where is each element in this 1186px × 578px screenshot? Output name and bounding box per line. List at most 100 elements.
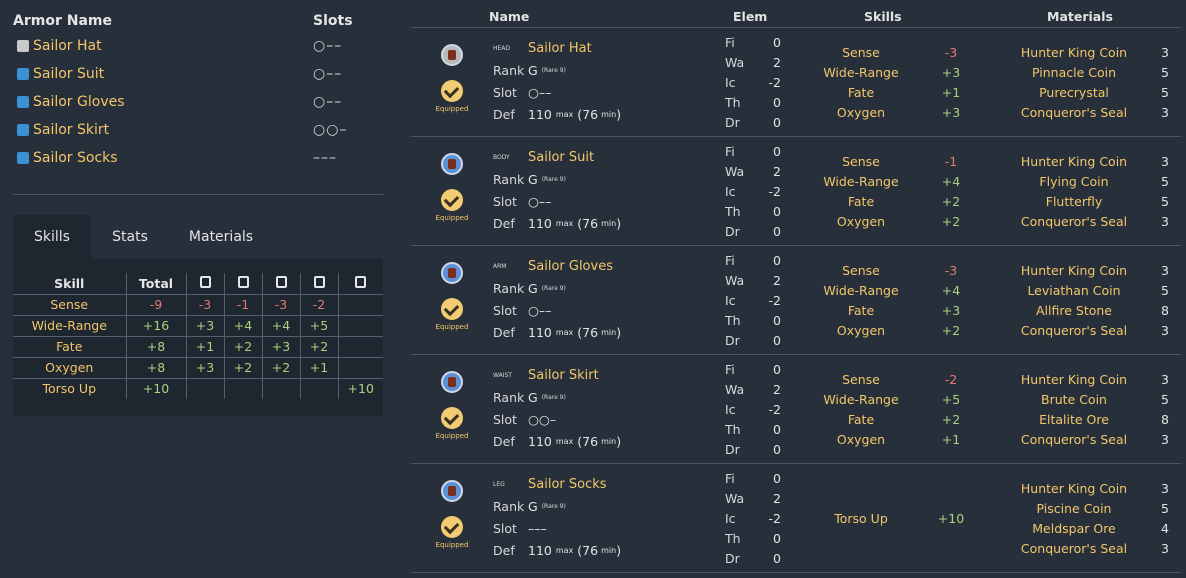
material-name[interactable]: Eltalite Ore — [999, 412, 1149, 427]
rarity-value: Rare 9 — [544, 393, 564, 401]
armor-skill-row: Oxygen +1 — [811, 429, 991, 449]
armor-type-tag: ARM — [493, 262, 507, 270]
armor-skill-value: +3 — [941, 64, 961, 80]
material-name[interactable]: Pinnacle Coin — [999, 65, 1149, 80]
material-name[interactable]: Purecrystal — [999, 85, 1149, 100]
armor-color-swatch — [17, 152, 29, 164]
material-name[interactable]: Flutterfly — [999, 194, 1149, 209]
material-name[interactable]: Brute Coin — [999, 392, 1149, 407]
armor-skill-value: +2 — [941, 322, 961, 338]
skill-piece-value — [338, 357, 383, 379]
armor-name: Sailor Gloves — [33, 94, 125, 110]
equipped-check-icon[interactable] — [441, 80, 463, 102]
tab-stats[interactable]: Stats — [91, 215, 169, 259]
slot-value: ○–– — [528, 302, 552, 318]
armor-name[interactable]: Sailor Socks — [528, 477, 607, 492]
skill-name: Fate — [13, 336, 127, 358]
material-name[interactable]: Leviathan Coin — [999, 283, 1149, 298]
skill-piece-value: +2 — [224, 357, 263, 379]
skill-piece-value — [338, 336, 383, 358]
material-name[interactable]: Piscine Coin — [999, 501, 1149, 516]
material-row: Conqueror's Seal 3 — [999, 211, 1181, 231]
element-value: 0 — [773, 252, 781, 268]
armor-skill-value: +4 — [941, 282, 961, 298]
material-name[interactable]: Meldspar Ore — [999, 521, 1149, 536]
armor-skill-row: Wide-Range +4 — [811, 280, 991, 300]
armor-color-swatch — [17, 40, 29, 52]
materials-column-header: Materials — [1047, 9, 1113, 24]
equipped-check-icon[interactable] — [441, 298, 463, 320]
material-name[interactable]: Hunter King Coin — [999, 481, 1149, 496]
armor-name[interactable]: Sailor Skirt — [528, 368, 599, 383]
armor-skill-row: Fate +3 — [811, 300, 991, 320]
material-name[interactable]: Conqueror's Seal — [999, 323, 1149, 338]
armor-icon-column: Equipped — [435, 42, 469, 113]
material-row: Pinnacle Coin 5 — [999, 62, 1181, 82]
body-icon — [237, 275, 249, 288]
armor-list-item[interactable]: Sailor Hat ○–– — [13, 32, 383, 60]
armor-list-item[interactable]: Sailor Suit ○–– — [13, 60, 383, 88]
slot-line: Slot ––– — [493, 517, 621, 539]
element-row: Wa 2 — [711, 270, 781, 290]
def-max-label: max — [555, 545, 574, 555]
rank-value: G — [528, 171, 538, 187]
element-key: Th — [725, 530, 741, 546]
armor-slots: ○–– — [313, 66, 343, 82]
material-name[interactable]: Hunter King Coin — [999, 372, 1149, 387]
material-row: Hunter King Coin 3 — [999, 260, 1181, 280]
skill-piece-value: +2 — [300, 336, 339, 358]
skill-total: +16 — [126, 315, 187, 337]
rank-line: Rank G (Rare 9) — [493, 386, 621, 408]
skill-total: +8 — [126, 357, 187, 379]
armor-name[interactable]: Sailor Gloves — [528, 259, 613, 274]
element-row: Th 0 — [711, 201, 781, 221]
armor-skill-value: +1 — [941, 84, 961, 100]
armor-skill-value: -3 — [944, 44, 958, 60]
material-name[interactable]: Hunter King Coin — [999, 154, 1149, 169]
armor-skill-value: +4 — [941, 173, 961, 189]
armor-skill-name: Wide-Range — [823, 173, 899, 189]
element-value: 2 — [773, 163, 781, 179]
armor-skill-name: Oxygen — [836, 322, 886, 338]
armor-name: Sailor Suit — [33, 66, 105, 82]
armor-list-item[interactable]: Sailor Socks ––– — [13, 144, 383, 172]
def-close-paren: ) — [616, 215, 622, 231]
skill-piece-value: +2 — [224, 336, 263, 358]
material-name[interactable]: Conqueror's Seal — [999, 214, 1149, 229]
material-qty: 3 — [1161, 480, 1169, 496]
armor-name-line: WAIST Sailor Skirt — [493, 364, 621, 386]
material-row: Conqueror's Seal 3 — [999, 102, 1181, 122]
material-name[interactable]: Conqueror's Seal — [999, 432, 1149, 447]
element-key: Wa — [725, 54, 745, 70]
armor-list-item[interactable]: Sailor Gloves ○–– — [13, 88, 383, 116]
tab-materials[interactable]: Materials — [169, 215, 273, 259]
material-name[interactable]: Conqueror's Seal — [999, 105, 1149, 120]
element-resistances: Fi 0 Wa 2 Ic -2 Th 0 Dr 0 — [711, 468, 781, 568]
def-line: Def 110 max (76 min) — [493, 430, 621, 452]
armor-skill-row: Fate +1 — [811, 82, 991, 102]
element-key: Ic — [725, 292, 736, 308]
material-name[interactable]: Allfire Stone — [999, 303, 1149, 318]
body-icon — [441, 153, 463, 175]
element-row: Wa 2 — [711, 161, 781, 181]
armor-list-item[interactable]: Sailor Skirt ○○– — [13, 116, 383, 144]
equipped-check-icon[interactable] — [441, 516, 463, 538]
armor-skill-name: Sense — [842, 262, 880, 278]
armor-name: Sailor Skirt — [33, 122, 110, 138]
equipped-check-icon[interactable] — [441, 189, 463, 211]
element-value: 0 — [773, 34, 781, 50]
head-column-header — [186, 273, 225, 295]
armor-name[interactable]: Sailor Hat — [528, 41, 592, 56]
arm-icon — [441, 262, 463, 284]
skill-piece-value: -1 — [224, 294, 263, 316]
material-name[interactable]: Hunter King Coin — [999, 45, 1149, 60]
tab-skills[interactable]: Skills — [13, 215, 91, 259]
rarity-text: (Rare 9) — [541, 66, 566, 74]
element-value: 0 — [773, 361, 781, 377]
material-name[interactable]: Flying Coin — [999, 174, 1149, 189]
material-name[interactable]: Conqueror's Seal — [999, 541, 1149, 556]
equipped-check-icon[interactable] — [441, 407, 463, 429]
armor-name[interactable]: Sailor Suit — [528, 150, 594, 165]
element-value: 2 — [773, 272, 781, 288]
material-name[interactable]: Hunter King Coin — [999, 263, 1149, 278]
